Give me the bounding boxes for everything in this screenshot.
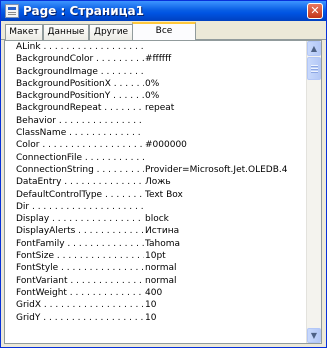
- page-icon: [5, 4, 19, 18]
- property-row[interactable]: FontWeight . . . . . . . . . . . . . . .…: [5, 287, 308, 299]
- property-value[interactable]: Provider=Microsoft.Jet.OLEDB.4: [145, 164, 308, 176]
- property-value[interactable]: 10pt: [145, 250, 308, 262]
- property-name: BackgroundColor . . . . . . . . . . . . …: [16, 54, 144, 65]
- property-row[interactable]: BackgroundImage . . . . . . . . . . . . …: [5, 66, 308, 78]
- property-name: GridX . . . . . . . . . . . . . . . . . …: [16, 300, 144, 311]
- property-row[interactable]: DefaultControlType . . . . . . . . . . .…: [5, 189, 308, 201]
- property-row[interactable]: BackgroundColor . . . . . . . . . . . . …: [5, 53, 308, 65]
- scroll-down-button[interactable]: ▼: [307, 328, 321, 343]
- property-name: BackgroundImage . . . . . . . . . . . . …: [16, 66, 144, 77]
- property-value[interactable]: 400: [145, 287, 308, 299]
- property-value[interactable]: Text Box: [145, 189, 308, 201]
- grip-line: [311, 68, 318, 69]
- property-row[interactable]: ClassName . . . . . . . . . . . . . . . …: [5, 127, 308, 139]
- property-list: ALink . . . . . . . . . . . . . . . . . …: [4, 40, 322, 344]
- property-row[interactable]: ConnectionFile . . . . . . . . . . . . .…: [5, 152, 308, 164]
- property-row[interactable]: BackgroundRepeat . . . . . . . . . . . .…: [5, 102, 308, 114]
- property-name: FontWeight . . . . . . . . . . . . . . .…: [16, 287, 144, 298]
- property-row[interactable]: BackgroundPositionX . . . . . . . . . . …: [5, 78, 308, 90]
- property-value[interactable]: Tahoma: [145, 238, 308, 250]
- property-row[interactable]: ConnectionString . . . . . . . . . . . .…: [5, 164, 308, 176]
- property-name: ConnectionFile . . . . . . . . . . . . .…: [16, 152, 144, 163]
- tab-strip: Макет Данные Другие Все: [1, 21, 326, 40]
- scroll-thumb[interactable]: [307, 57, 321, 80]
- property-name: Dir . . . . . . . . . . . . . . . . . . …: [16, 201, 144, 212]
- property-row[interactable]: FontVariant . . . . . . . . . . . . . . …: [5, 275, 308, 287]
- property-name: FontVariant . . . . . . . . . . . . . . …: [16, 275, 144, 286]
- property-row[interactable]: Color . . . . . . . . . . . . . . . . . …: [5, 139, 308, 151]
- properties-window: Page : Страница1 ✕ Макет Данные Другие В…: [0, 0, 327, 348]
- property-row[interactable]: GridY . . . . . . . . . . . . . . . . . …: [5, 312, 308, 324]
- property-name: FontSize . . . . . . . . . . . . . . . .…: [16, 251, 144, 262]
- property-rows: ALink . . . . . . . . . . . . . . . . . …: [5, 41, 308, 324]
- vertical-scrollbar[interactable]: ▲ ▼: [306, 41, 321, 343]
- property-value[interactable]: #ffffff: [145, 53, 308, 65]
- tab-data[interactable]: Данные: [43, 24, 89, 40]
- property-row[interactable]: Display . . . . . . . . . . . . . . . . …: [5, 213, 308, 225]
- property-row[interactable]: DataEntry . . . . . . . . . . . . . . . …: [5, 176, 308, 188]
- property-name: DefaultControlType . . . . . . . . . . .…: [16, 189, 144, 200]
- property-name: BackgroundPositionY . . . . . . . . . . …: [16, 91, 144, 102]
- property-row[interactable]: FontFamily . . . . . . . . . . . . . . .…: [5, 238, 308, 250]
- property-value[interactable]: Ложь: [145, 176, 308, 188]
- property-row[interactable]: GridX . . . . . . . . . . . . . . . . . …: [5, 299, 308, 311]
- property-name: FontFamily . . . . . . . . . . . . . . .…: [16, 238, 144, 249]
- property-name: ClassName . . . . . . . . . . . . . . . …: [16, 128, 144, 139]
- property-name: ConnectionString . . . . . . . . . . . .…: [16, 164, 144, 175]
- scroll-up-button[interactable]: ▲: [307, 41, 321, 56]
- property-value[interactable]: 0%: [145, 90, 308, 102]
- property-row[interactable]: FontSize . . . . . . . . . . . . . . . .…: [5, 250, 308, 262]
- property-row[interactable]: BackgroundPositionY . . . . . . . . . . …: [5, 90, 308, 102]
- property-value[interactable]: block: [145, 213, 308, 225]
- property-row[interactable]: DisplayAlerts . . . . . . . . . . . . . …: [5, 225, 308, 237]
- property-value[interactable]: #000000: [145, 139, 308, 151]
- property-name: Display . . . . . . . . . . . . . . . . …: [16, 214, 144, 225]
- title-bar[interactable]: Page : Страница1 ✕: [1, 1, 326, 21]
- property-name: DataEntry . . . . . . . . . . . . . . . …: [16, 177, 144, 188]
- property-name: Behavior . . . . . . . . . . . . . . . .…: [16, 115, 144, 126]
- property-value[interactable]: 0%: [145, 78, 308, 90]
- close-button[interactable]: ✕: [307, 3, 323, 19]
- grip-line: [311, 71, 318, 72]
- tab-all[interactable]: Все: [132, 22, 196, 40]
- tab-other[interactable]: Другие: [89, 24, 133, 40]
- property-name: BackgroundRepeat . . . . . . . . . . . .…: [16, 103, 144, 114]
- property-value[interactable]: 10: [145, 312, 308, 324]
- property-value[interactable]: 10: [145, 299, 308, 311]
- property-value[interactable]: Истина: [145, 225, 308, 237]
- property-value[interactable]: repeat: [145, 102, 308, 114]
- property-name: FontStyle . . . . . . . . . . . . . . . …: [16, 263, 144, 274]
- property-row[interactable]: FontStyle . . . . . . . . . . . . . . . …: [5, 262, 308, 274]
- property-value[interactable]: normal: [145, 262, 308, 274]
- window-title: Page : Страница1: [23, 4, 144, 18]
- property-name: GridY . . . . . . . . . . . . . . . . . …: [16, 312, 144, 323]
- grip-line: [311, 65, 318, 66]
- property-name: Color . . . . . . . . . . . . . . . . . …: [16, 140, 144, 151]
- tab-layout[interactable]: Макет: [5, 24, 43, 40]
- property-name: BackgroundPositionX . . . . . . . . . . …: [16, 78, 144, 89]
- property-row[interactable]: Dir . . . . . . . . . . . . . . . . . . …: [5, 201, 308, 213]
- property-value[interactable]: normal: [145, 275, 308, 287]
- property-row[interactable]: ALink . . . . . . . . . . . . . . . . . …: [5, 41, 308, 53]
- property-name: ALink . . . . . . . . . . . . . . . . . …: [16, 42, 144, 52]
- property-name: DisplayAlerts . . . . . . . . . . . . . …: [16, 226, 144, 237]
- property-row[interactable]: Behavior . . . . . . . . . . . . . . . .…: [5, 115, 308, 127]
